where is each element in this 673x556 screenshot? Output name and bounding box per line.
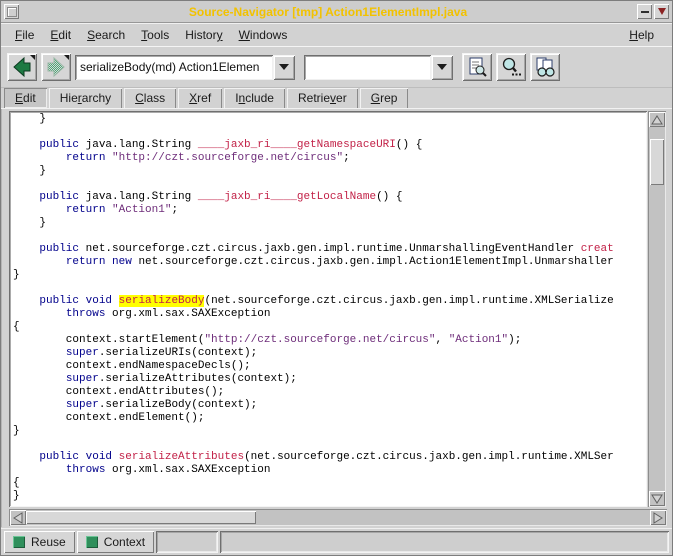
code-line: [13, 126, 614, 139]
tab-include[interactable]: Include: [224, 88, 285, 108]
minimize-button[interactable]: [637, 4, 652, 19]
code-line: {: [13, 321, 614, 334]
code-line: return new net.sourceforge.czt.circus.ja…: [13, 256, 614, 269]
vertical-scrollbar[interactable]: [648, 111, 666, 507]
scroll-left-button[interactable]: [10, 510, 26, 525]
horizontal-scroll-thumb[interactable]: [26, 511, 256, 524]
history-dropdown-icon: [64, 55, 69, 60]
menu-tools[interactable]: Tools: [133, 26, 177, 44]
window-menu-icon: [7, 7, 17, 17]
menu-search[interactable]: Search: [79, 26, 133, 44]
down-triangle-icon: [651, 494, 663, 504]
code-line: [13, 178, 614, 191]
code-line: {: [13, 477, 614, 490]
chevron-down-icon: [437, 64, 447, 70]
tab-xref[interactable]: Xref: [178, 88, 222, 108]
code-line: context.startElement("http://czt.sourcef…: [13, 334, 614, 347]
menu-edit[interactable]: Edit: [42, 26, 79, 44]
history-forward-button[interactable]: [41, 53, 71, 81]
code-line: }: [13, 490, 614, 503]
scroll-up-button[interactable]: [649, 112, 665, 127]
code-line: public net.sourceforge.czt.circus.jaxb.g…: [13, 243, 614, 256]
code-line: }: [13, 269, 614, 282]
tab-hierarchy[interactable]: Hierarchy: [49, 88, 122, 108]
code-line: }: [13, 165, 614, 178]
code-line: throws org.xml.sax.SAXException: [13, 308, 614, 321]
menu-file[interactable]: File: [7, 26, 42, 44]
status-panel-right: [220, 531, 669, 553]
code-editor[interactable]: } public java.lang.String ____jaxb_ri___…: [9, 111, 647, 507]
code-line: super.serializeAttributes(context);: [13, 373, 614, 386]
window-ops-button[interactable]: [654, 4, 669, 19]
code-line: context.endNamespaceDecls();: [13, 360, 614, 373]
code-line: public java.lang.String ____jaxb_ri____g…: [13, 139, 614, 152]
context-label: Context: [104, 535, 145, 549]
editor-area: } public java.lang.String ____jaxb_ri___…: [1, 108, 672, 527]
statusbar: Reuse Context: [1, 528, 672, 554]
code-line: }: [13, 113, 614, 126]
code-line: super.serializeBody(context);: [13, 399, 614, 412]
titlebar[interactable]: Source-Navigator [tmp] Action1ElementImp…: [1, 1, 672, 23]
symbol-combo-entry[interactable]: serializeBody(md) Action1Elemen: [75, 55, 273, 80]
search-combo-dropdown-button[interactable]: [431, 55, 453, 80]
minimize-icon: [641, 11, 649, 13]
code-line: context.endAttributes();: [13, 386, 614, 399]
menu-history[interactable]: History: [177, 26, 230, 44]
history-back-button[interactable]: [7, 53, 37, 81]
view-file-button[interactable]: [462, 53, 492, 81]
retriever-button[interactable]: [530, 53, 560, 81]
reuse-label: Reuse: [31, 535, 66, 549]
magnifier-ellipsis-icon: [500, 56, 522, 78]
reuse-toggle-button[interactable]: Reuse: [4, 531, 75, 553]
code-line: public void serializeAttributes(net.sour…: [13, 451, 614, 464]
up-triangle-icon: [651, 115, 663, 125]
tab-grep[interactable]: Grep: [360, 88, 409, 108]
vertical-scroll-thumb[interactable]: [650, 139, 664, 185]
context-indicator-icon: [86, 536, 98, 548]
code-line: }: [13, 425, 614, 438]
code-line: [13, 230, 614, 243]
symbol-combo-dropdown-button[interactable]: [273, 55, 295, 80]
right-triangle-icon: [653, 512, 663, 524]
code-line: return "Action1";: [13, 204, 614, 217]
tab-edit[interactable]: Edit: [4, 88, 47, 108]
window-title: Source-Navigator [tmp] Action1ElementImp…: [19, 5, 637, 19]
tab-retriever[interactable]: Retriever: [287, 88, 358, 108]
scroll-right-button[interactable]: [650, 510, 666, 525]
symbol-combobox: serializeBody(md) Action1Elemen: [75, 55, 295, 80]
menu-windows[interactable]: Windows: [231, 26, 296, 44]
history-dropdown-icon: [30, 55, 35, 60]
documents-binoculars-icon: [534, 56, 556, 78]
search-combobox: [304, 55, 453, 80]
chevron-down-icon: [658, 8, 666, 15]
search-button[interactable]: [496, 53, 526, 81]
code-line: [13, 282, 614, 295]
status-panel-left: [156, 531, 218, 553]
reuse-indicator-icon: [13, 536, 25, 548]
code-line: super.serializeURIs(context);: [13, 347, 614, 360]
code-line: }: [13, 217, 614, 230]
tab-class[interactable]: Class: [124, 88, 176, 108]
source-navigator-window: Source-Navigator [tmp] Action1ElementImp…: [0, 0, 673, 556]
code-line: context.endElement();: [13, 412, 614, 425]
scroll-down-button[interactable]: [649, 491, 665, 506]
code-line: public java.lang.String ____jaxb_ri____g…: [13, 191, 614, 204]
context-toggle-button[interactable]: Context: [77, 531, 154, 553]
document-magnifier-icon: [466, 56, 488, 78]
window-menu-button[interactable]: [4, 4, 19, 19]
code-line: public void serializeBody(net.sourceforg…: [13, 295, 614, 308]
code-line: [13, 438, 614, 451]
code-line: return "http://czt.sourceforge.net/circu…: [13, 152, 614, 165]
menu-help[interactable]: Help: [621, 26, 662, 44]
toolbar: serializeBody(md) Action1Elemen: [1, 46, 672, 88]
view-tabbar: EditHierarchyClassXrefIncludeRetrieverGr…: [1, 87, 672, 108]
menubar: FileEditSearchToolsHistoryWindows Help: [1, 23, 672, 46]
left-triangle-icon: [13, 512, 23, 524]
search-combo-entry[interactable]: [304, 55, 431, 80]
chevron-down-icon: [279, 64, 289, 70]
horizontal-scrollbar[interactable]: [9, 509, 667, 526]
code-line: throws org.xml.sax.SAXException: [13, 464, 614, 477]
